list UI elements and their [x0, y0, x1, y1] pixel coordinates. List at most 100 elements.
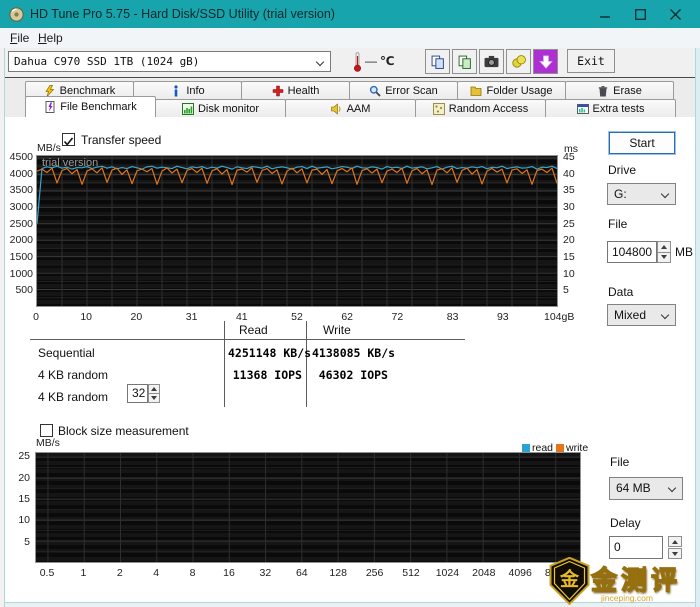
file-size-input[interactable]: 104800	[607, 241, 657, 263]
tab-aam[interactable]: AAM	[285, 99, 416, 117]
menu-file[interactable]: File	[6, 30, 33, 46]
stepper-up[interactable]	[657, 241, 671, 253]
x-axis-tick: 4096	[508, 567, 532, 579]
temperature-value: —	[365, 54, 377, 68]
y-axis-tick: 2500	[9, 217, 33, 230]
tab-folder-usage[interactable]: Folder Usage	[457, 81, 566, 99]
y2-axis-tick: 25	[563, 217, 575, 230]
trial-version-watermark: trial version	[42, 157, 99, 169]
y2-axis-tick: 10	[563, 267, 575, 280]
tab-random-access[interactable]: Random Access	[415, 99, 546, 117]
camera-icon	[484, 55, 499, 68]
result-row-label: 4 KB random	[38, 368, 109, 382]
file-size-label: File	[608, 217, 628, 231]
transfer-speed-checkbox[interactable]	[62, 133, 75, 146]
copy-pages-icon	[431, 55, 444, 69]
chevron-down-icon	[660, 310, 670, 320]
folder-icon	[471, 86, 482, 96]
drive-select-value: G:	[614, 187, 627, 201]
random-read-value: 11368 IOPS	[232, 368, 302, 382]
close-button[interactable]	[658, 0, 692, 28]
file-size-unit: MB	[675, 245, 693, 259]
x-axis-tick: 62	[341, 311, 354, 323]
app-icon	[9, 7, 24, 22]
block-file-value: 64 MB	[616, 481, 651, 495]
x-axis-tick: 1024	[435, 567, 460, 579]
x-axis-tick: 256	[365, 567, 384, 579]
data-pattern-select[interactable]: Mixed	[607, 304, 676, 326]
data-pattern-label: Data	[608, 285, 634, 299]
window-title: HD Tune Pro 5.75 - Hard Disk/SSD Utility…	[30, 7, 335, 21]
temperature-unit: ℃	[380, 54, 395, 68]
block-file-select[interactable]: 64 MB	[609, 477, 683, 500]
block-size-checkbox[interactable]	[40, 424, 53, 437]
app-window: HD Tune Pro 5.75 - Hard Disk/SSD Utility…	[0, 0, 700, 607]
tab-extra-tests[interactable]: Extra tests	[545, 99, 676, 117]
stepper-up[interactable]	[668, 536, 682, 547]
x-axis-tick: 16	[223, 567, 235, 579]
x-axis-tick: 10	[80, 311, 93, 323]
save-pages-icon	[458, 55, 471, 69]
stepper-down[interactable]	[148, 394, 160, 403]
buy-button[interactable]	[506, 49, 531, 74]
result-row-label: Sequential	[38, 346, 95, 360]
tab-strip: Benchmark Info Health Error Scan Folder …	[0, 77, 700, 117]
x-axis-tick: 2	[116, 567, 123, 579]
stepper-down[interactable]	[668, 548, 682, 559]
down-arrow-icon	[672, 551, 678, 556]
delay-input[interactable]: 0	[609, 536, 663, 559]
sequential-write-value: 4138085 KB/s	[312, 346, 396, 360]
maximize-button[interactable]	[623, 0, 657, 28]
toolbar: Dahua C970 SSD 1TB (1024 gB) — ℃ Exit	[0, 48, 700, 77]
tab-label: File Benchmark	[60, 101, 137, 113]
close-icon	[669, 8, 681, 20]
x-axis-tick: 0	[33, 311, 39, 323]
y-axis-tick: 15	[18, 492, 30, 505]
y-axis-unit-top: MB/s	[37, 142, 61, 154]
tab-erase[interactable]: Erase	[565, 81, 674, 99]
chevron-down-icon	[667, 483, 677, 493]
menu-help[interactable]: Help	[34, 30, 67, 46]
screenshot-button[interactable]	[479, 49, 504, 74]
y-axis-tick: 1000	[9, 267, 33, 280]
y-axis-tick: 500	[15, 284, 33, 297]
exit-button[interactable]: Exit	[567, 49, 615, 73]
download-arrow-icon	[538, 54, 553, 69]
data-select-value: Mixed	[614, 308, 647, 322]
x-axis-tick: 128	[329, 567, 347, 579]
trash-icon	[598, 85, 608, 96]
stepper-down[interactable]	[657, 252, 671, 263]
update-download-button[interactable]	[533, 49, 558, 74]
queue-depth-stepper[interactable]	[148, 384, 160, 403]
minimize-button[interactable]	[588, 0, 622, 28]
copy-to-clipboard-button[interactable]	[425, 49, 450, 74]
queue-depth-input[interactable]: 32	[127, 384, 148, 403]
device-select-value: Dahua C970 SSD 1TB (1024 gB)	[14, 55, 200, 68]
x-axis-tick: 8	[189, 567, 196, 579]
tab-health[interactable]: Health	[241, 81, 350, 99]
file-size-stepper[interactable]	[657, 241, 671, 263]
coins-icon	[511, 55, 526, 68]
stepper-up[interactable]	[148, 384, 160, 394]
transfer-speed-label: Transfer speed	[81, 133, 162, 147]
x-axis-tick: 93	[496, 311, 509, 323]
tab-file-benchmark[interactable]: File Benchmark	[25, 96, 156, 117]
down-arrow-icon	[661, 255, 667, 260]
tab-disk-monitor[interactable]: Disk monitor	[155, 99, 286, 117]
drive-select[interactable]: G:	[607, 183, 676, 205]
thermometer-icon	[353, 52, 362, 72]
y-axis-tick: 2000	[9, 234, 33, 247]
health-icon	[272, 85, 283, 96]
x-axis-tick: 0.5	[39, 567, 55, 579]
window-frame	[695, 48, 700, 607]
tab-error-scan[interactable]: Error Scan	[349, 81, 458, 99]
drive-device-select[interactable]: Dahua C970 SSD 1TB (1024 gB)	[8, 51, 331, 72]
up-arrow-icon	[661, 244, 667, 249]
result-row-label: 4 KB random	[38, 390, 109, 404]
x-axis-tick: 83	[446, 311, 459, 323]
delay-stepper[interactable]	[668, 536, 682, 559]
save-screenshot-button[interactable]	[452, 49, 477, 74]
start-button[interactable]: Start	[609, 132, 675, 154]
down-arrow-icon	[151, 396, 157, 400]
y-axis-tick: 3500	[9, 184, 33, 197]
